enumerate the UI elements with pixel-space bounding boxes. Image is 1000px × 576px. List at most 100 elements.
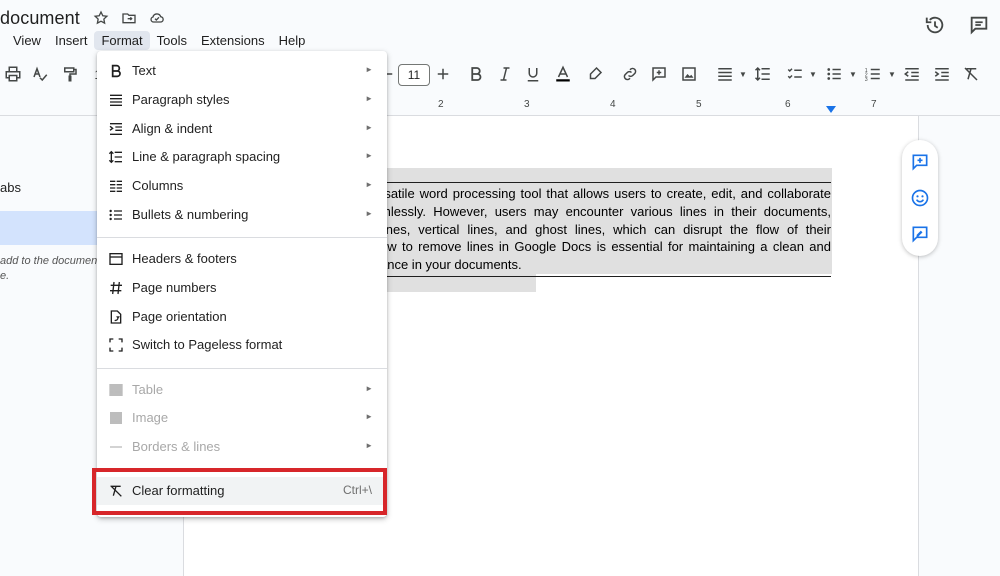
line-spacing-icon[interactable]	[753, 64, 773, 84]
menu-item-label: Columns	[132, 178, 184, 193]
italic-button[interactable]	[495, 64, 515, 84]
emoji-reaction-icon[interactable]	[910, 188, 930, 208]
ruler-number: 3	[524, 99, 530, 110]
menu-item-switch-pageless[interactable]: Switch to Pageless format	[97, 331, 387, 359]
menu-view[interactable]: View	[6, 31, 48, 50]
submenu-arrow-icon: ►	[365, 94, 373, 103]
menu-extensions[interactable]: Extensions	[194, 31, 272, 50]
bulleted-list-icon[interactable]	[824, 64, 844, 84]
menu-item-label: Text	[132, 63, 156, 78]
bold-icon	[108, 63, 124, 79]
submenu-arrow-icon: ►	[365, 151, 373, 160]
menu-item-label: Switch to Pageless format	[132, 337, 283, 352]
link-icon[interactable]	[620, 64, 640, 84]
menu-item-text[interactable]: Text ►	[97, 57, 387, 85]
floating-actions	[902, 140, 938, 256]
ruler-number: 7	[871, 99, 877, 110]
svg-text:3: 3	[865, 77, 868, 83]
menu-item-label: Table	[132, 382, 164, 397]
document-line: rsatile word processing tool that allows…	[380, 186, 831, 201]
image-icon	[108, 410, 124, 426]
document-line: lines, vertical lines, and ghost lines, …	[380, 221, 831, 237]
numbered-list-dropdown-icon[interactable]: ▼	[882, 64, 902, 84]
outline-hint-line: add to the documen	[0, 255, 98, 267]
submenu-arrow-icon: ►	[365, 65, 373, 74]
menu-item-page-numbers[interactable]: Page numbers	[97, 274, 387, 302]
align-icon[interactable]	[715, 64, 735, 84]
menu-item-bullets-numbering[interactable]: Bullets & numbering ►	[97, 201, 387, 229]
submenu-arrow-icon: ►	[365, 412, 373, 421]
menu-tools[interactable]: Tools	[150, 31, 194, 50]
bold-button[interactable]	[466, 64, 486, 84]
bulleted-list-dropdown-icon[interactable]: ▼	[843, 64, 863, 84]
hash-icon	[108, 280, 124, 296]
underline-button[interactable]	[523, 64, 543, 84]
menu-insert[interactable]: Insert	[48, 31, 95, 50]
highlight-color-button[interactable]	[585, 64, 605, 84]
menu-item-paragraph-styles[interactable]: Paragraph styles ►	[97, 86, 387, 114]
menu-item-label: Page numbers	[132, 280, 217, 295]
top-right-actions	[924, 14, 990, 41]
header-footer-icon	[108, 251, 124, 267]
outline-hint: add to the documen e.	[0, 254, 97, 284]
ruler-number: 5	[696, 99, 702, 110]
document-line: mlessly. However, users may encounter va…	[380, 203, 831, 219]
menu-item-page-orientation[interactable]: Page orientation	[97, 303, 387, 331]
menu-item-line-spacing[interactable]: Line & paragraph spacing ►	[97, 143, 387, 171]
submenu-arrow-icon: ►	[365, 209, 373, 218]
spellcheck-icon[interactable]	[30, 64, 50, 84]
align-dropdown-icon[interactable]: ▼	[733, 64, 753, 84]
add-comment-icon[interactable]	[649, 64, 669, 84]
selected-tab[interactable]	[0, 211, 100, 245]
star-icon[interactable]	[93, 10, 109, 31]
align-indent-icon	[108, 121, 124, 137]
clear-formatting-toolbar-icon[interactable]	[961, 64, 981, 84]
comments-icon[interactable]	[968, 14, 990, 41]
text-color-button[interactable]	[553, 64, 573, 84]
horizontal-line-bottom[interactable]	[380, 276, 831, 277]
menu-help[interactable]: Help	[272, 31, 313, 50]
print-icon[interactable]	[3, 64, 23, 84]
pageless-icon	[108, 337, 124, 353]
suggest-edits-icon[interactable]	[910, 224, 930, 244]
ruler-number: 2	[438, 99, 444, 110]
horizontal-line-top[interactable]	[380, 182, 831, 183]
format-menu: Text ► Paragraph styles ► Align & indent…	[97, 51, 387, 517]
menu-item-align-indent[interactable]: Align & indent ►	[97, 115, 387, 143]
insert-image-icon[interactable]	[679, 64, 699, 84]
columns-icon	[108, 178, 124, 194]
document-body[interactable]: rsatile word processing tool that allows…	[380, 185, 831, 274]
ruler-number: 6	[785, 99, 791, 110]
menu-divider	[97, 237, 387, 238]
menu-format[interactable]: Format	[94, 31, 150, 50]
document-title[interactable]: document	[0, 8, 80, 29]
menu-item-headers-footers[interactable]: Headers & footers	[97, 245, 387, 273]
add-comment-float-icon[interactable]	[910, 152, 930, 172]
decrease-indent-icon[interactable]	[902, 64, 922, 84]
menu-item-label: Align & indent	[132, 121, 213, 136]
move-folder-icon[interactable]	[121, 10, 137, 31]
submenu-arrow-icon: ►	[365, 180, 373, 189]
increase-indent-icon[interactable]	[932, 64, 952, 84]
menu-item-columns[interactable]: Columns ►	[97, 172, 387, 200]
paint-format-icon[interactable]	[60, 64, 80, 84]
cloud-status-icon[interactable]	[149, 10, 165, 31]
page-orientation-icon	[108, 309, 124, 325]
checklist-icon[interactable]	[785, 64, 805, 84]
submenu-arrow-icon: ►	[365, 123, 373, 132]
checklist-dropdown-icon[interactable]: ▼	[803, 64, 823, 84]
menu-item-label: Borders & lines	[132, 439, 221, 454]
menu-item-label: Bullets & numbering	[132, 207, 249, 222]
numbered-list-icon[interactable]: 123	[863, 64, 883, 84]
borders-icon	[108, 439, 124, 455]
font-size-input[interactable]: 11	[398, 64, 430, 86]
outline-hint-line: e.	[0, 270, 10, 282]
ruler[interactable]: 2 3 4 5 6 7	[380, 99, 920, 115]
tabs-heading: abs	[0, 180, 21, 195]
right-indent-marker[interactable]	[826, 106, 836, 113]
history-icon[interactable]	[924, 14, 946, 41]
menu-item-table: Table ►	[97, 376, 387, 404]
increase-font-size-button[interactable]	[433, 64, 453, 84]
menu-item-borders-lines: Borders & lines ►	[97, 433, 387, 461]
paragraph-styles-icon	[108, 92, 124, 108]
